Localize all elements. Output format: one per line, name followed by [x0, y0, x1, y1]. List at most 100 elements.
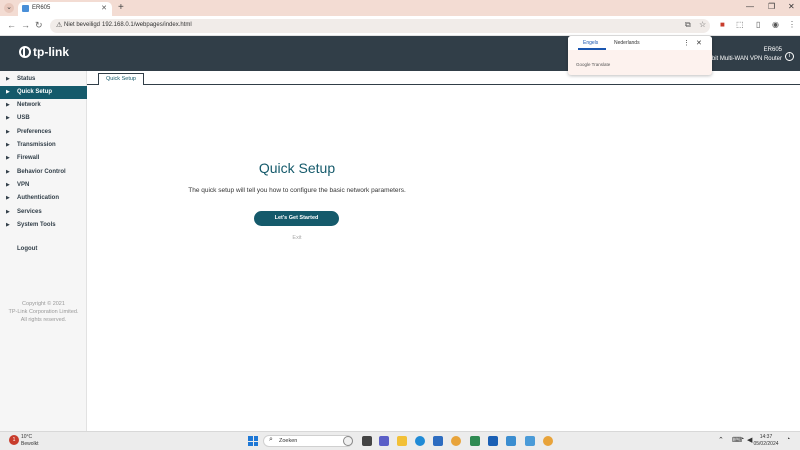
translate-close-icon[interactable]: ✕ — [696, 39, 702, 47]
sidebar-item-label: Transmission — [17, 142, 56, 148]
sidebar-item-network[interactable]: ▶ Network — [0, 99, 87, 112]
new-tab-button[interactable]: + — [118, 2, 124, 13]
tab-close-icon[interactable]: ✕ — [101, 4, 107, 12]
reload-icon[interactable]: ↻ — [35, 20, 43, 31]
file-explorer-icon[interactable] — [397, 436, 407, 446]
sidebar-item-status[interactable]: ▶ Status — [0, 73, 87, 86]
arrow-right-icon: ▶ — [6, 169, 10, 175]
minimize-icon[interactable]: — — [746, 2, 754, 11]
profile-icon[interactable]: ◉ — [772, 20, 779, 29]
translate-icon[interactable]: ⧉ — [685, 20, 691, 30]
arrow-right-icon: ▶ — [6, 89, 10, 95]
extension-icon[interactable]: ■ — [720, 20, 725, 29]
translate-options-icon[interactable]: ⋮ — [683, 39, 690, 47]
copilot-icon[interactable] — [343, 436, 353, 446]
arrow-right-icon: ▶ — [6, 222, 10, 228]
sidebar-item-label: Network — [17, 102, 41, 108]
brand-name: tp-link — [33, 45, 69, 59]
arrow-right-icon: ▶ — [6, 195, 10, 201]
tab-favicon-icon — [22, 5, 29, 12]
exit-link[interactable]: Exit — [282, 235, 312, 241]
arrow-right-icon: ▶ — [6, 76, 10, 82]
start-tile — [248, 436, 253, 441]
tp-link-logo-icon — [19, 46, 31, 58]
copyright-line: TP-Link Corporation Limited. — [8, 309, 79, 315]
arrow-right-icon: ▶ — [6, 142, 10, 148]
copyright-line: Copyright © 2021 — [22, 301, 65, 307]
maximize-icon[interactable]: ❐ — [768, 2, 775, 11]
weather-temperature[interactable]: 10°C — [21, 434, 32, 440]
search-icon: ⌕ — [269, 436, 273, 443]
arrow-right-icon: ▶ — [6, 129, 10, 135]
app-icon[interactable] — [488, 436, 498, 446]
security-label[interactable]: Niet beveiligd — [64, 22, 100, 28]
clock-time[interactable]: 14:37 — [756, 434, 776, 440]
start-button[interactable] — [248, 436, 258, 446]
chevron-up-icon[interactable]: ⌃ — [718, 436, 724, 444]
sidebar: ▶ Status ▶ Quick Setup ▶ Network ▶ USB ▶… — [0, 71, 87, 432]
bookmark-star-icon[interactable]: ☆ — [699, 20, 706, 29]
browser-menu-icon[interactable]: ⋮ — [788, 20, 796, 29]
taskbar-search[interactable]: ⌕ Zoeken — [263, 435, 353, 447]
sidebar-item-behavior-control[interactable]: ▶ Behavior Control — [0, 166, 87, 179]
warning-icon[interactable]: ⚠ — [56, 21, 62, 29]
weather-icon[interactable]: 1 — [9, 435, 19, 445]
sidebar-item-system-tools[interactable]: ▶ System Tools — [0, 219, 87, 232]
sidebar-item-authentication[interactable]: ▶ Authentication — [0, 192, 87, 205]
get-started-button[interactable]: Let's Get Started — [254, 211, 339, 226]
sidebar-item-quick-setup[interactable]: ▶ Quick Setup — [0, 86, 87, 99]
page-description: The quick setup will tell you how to con… — [188, 187, 406, 194]
translate-tab-source[interactable]: Engels — [583, 40, 598, 46]
excel-icon[interactable] — [470, 436, 480, 446]
sidebar-item-firewall[interactable]: ▶ Firewall — [0, 152, 87, 165]
url-text[interactable]: 192.168.0.1/webpages/index.html — [102, 22, 192, 28]
edge-icon[interactable] — [415, 436, 425, 446]
sidebar-item-label: Behavior Control — [17, 169, 66, 175]
sidebar-item-label: Firewall — [17, 155, 40, 161]
sidebar-item-transmission[interactable]: ▶ Transmission — [0, 139, 87, 152]
tab-quick-setup[interactable]: Quick Setup — [98, 73, 144, 85]
tab-title: ER605 — [32, 5, 51, 11]
weather-condition[interactable]: Bewolkt — [21, 441, 39, 447]
teams-icon[interactable] — [379, 436, 389, 446]
start-tile — [253, 441, 258, 446]
sidebar-item-label: Services — [17, 209, 42, 215]
sidebar-item-vpn[interactable]: ▶ VPN — [0, 179, 87, 192]
info-icon[interactable]: i — [785, 52, 794, 61]
tab-search-dropdown-icon[interactable]: ⌄ — [4, 3, 14, 13]
side-panel-icon[interactable]: ▯ — [756, 20, 760, 29]
sidebar-item-label: USB — [17, 115, 30, 121]
arrow-right-icon: ▶ — [6, 209, 10, 215]
translate-tab-target[interactable]: Nederlands — [614, 40, 640, 46]
arrow-right-icon: ▶ — [6, 102, 10, 108]
close-window-icon[interactable]: ✕ — [788, 2, 795, 11]
browser-tab-strip: ⌄ ER605 ✕ + — ❐ ✕ — [0, 0, 800, 16]
sidebar-item-services[interactable]: ▶ Services — [0, 206, 87, 219]
back-icon[interactable]: ← — [7, 20, 16, 30]
sidebar-item-label: System Tools — [17, 222, 56, 228]
notification-bell-icon[interactable]: ◔ — [786, 436, 790, 443]
forward-icon[interactable]: → — [21, 20, 30, 30]
logout-link[interactable]: Logout — [17, 246, 37, 252]
clock-date[interactable]: 05/02/2024 — [752, 441, 780, 447]
chrome-icon[interactable] — [451, 436, 461, 446]
remote-desktop-icon[interactable] — [525, 436, 535, 446]
translate-tab-underline — [578, 48, 606, 50]
start-tile — [248, 441, 253, 446]
extensions-puzzle-icon[interactable]: ⬚ — [736, 20, 744, 29]
browser-tab[interactable]: ER605 ✕ — [18, 2, 112, 16]
sidebar-item-label: Status — [17, 76, 36, 82]
chrome-profile-icon[interactable] — [543, 436, 553, 446]
sidebar-item-preferences[interactable]: ▶ Preferences — [0, 126, 87, 139]
translate-popup: Engels Nederlands ⋮ ✕ Google Translate — [568, 36, 712, 75]
sidebar-item-label: Quick Setup — [17, 89, 53, 95]
address-bar[interactable]: ⚠ Niet beveiligd 192.168.0.1/webpages/in… — [50, 19, 710, 33]
arrow-right-icon: ▶ — [6, 115, 10, 121]
translate-brand: Google Translate — [576, 62, 611, 67]
copyright-line: All rights reserved. — [20, 317, 67, 323]
network-app-icon[interactable] — [506, 436, 516, 446]
task-view-icon[interactable] — [362, 436, 372, 446]
wifi-icon[interactable]: ◔ — [740, 436, 744, 443]
sidebar-item-usb[interactable]: ▶ USB — [0, 112, 87, 125]
store-icon[interactable] — [433, 436, 443, 446]
